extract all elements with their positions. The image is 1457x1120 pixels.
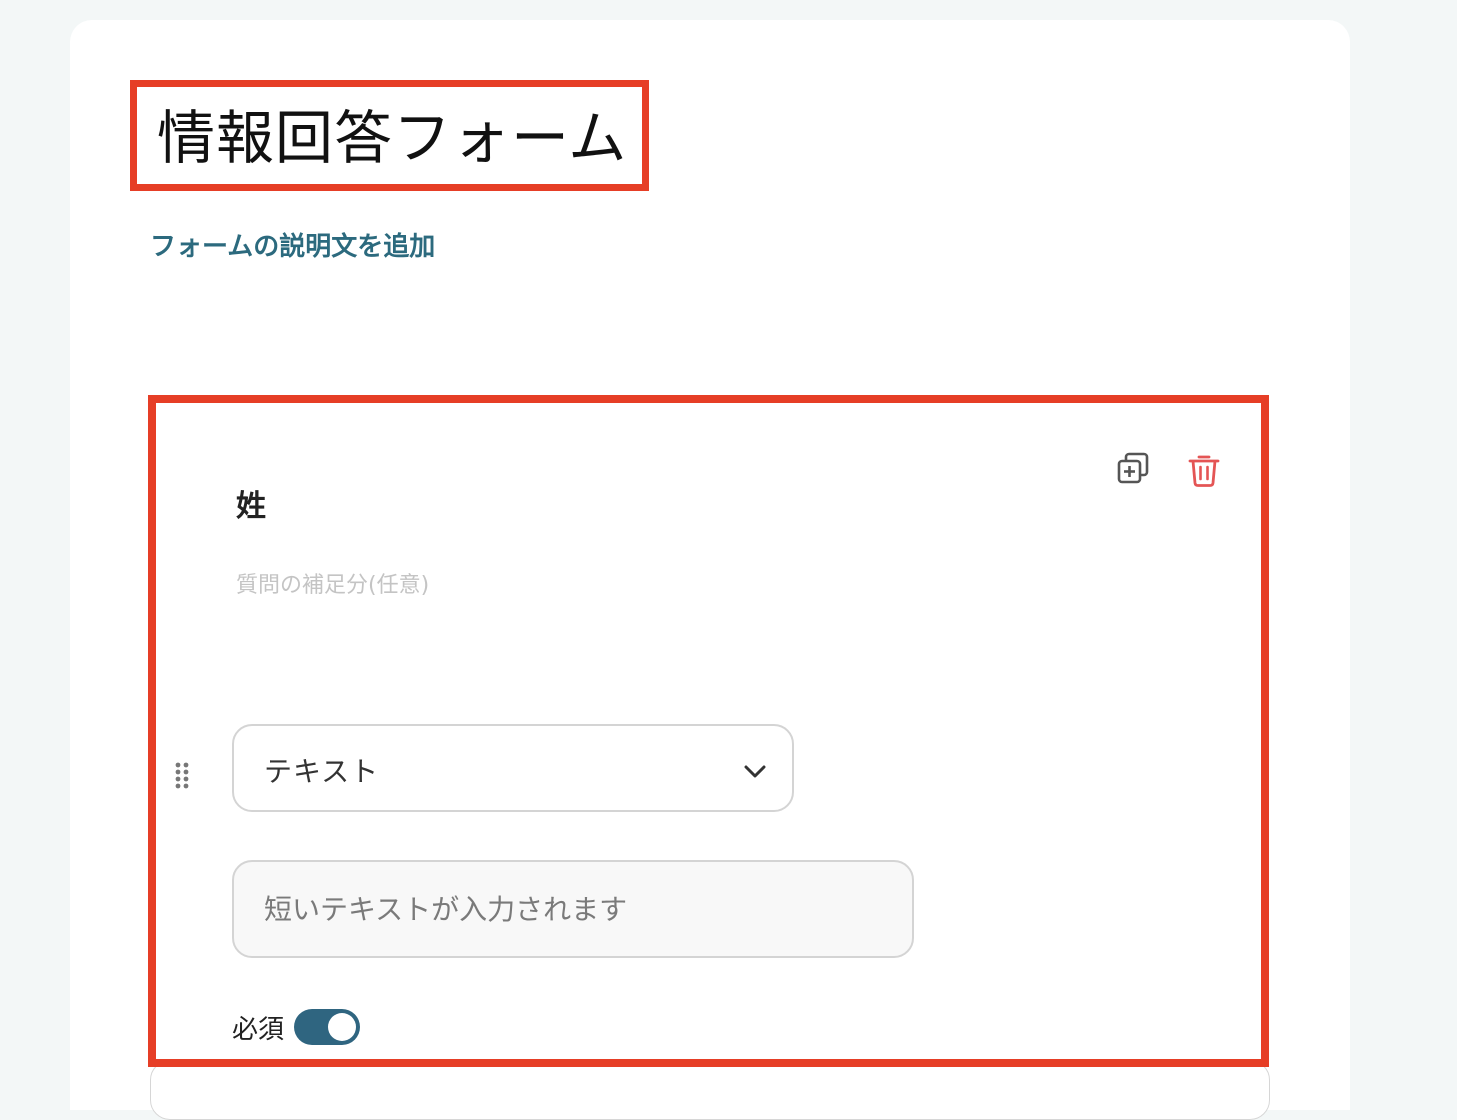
copy-plus-icon: [1117, 452, 1149, 484]
trash-icon: [1188, 455, 1220, 487]
question-card: 姓 質問の補足分(任意) テキスト 必須: [148, 395, 1269, 1067]
question-type-value: テキスト: [264, 755, 380, 788]
required-label: 必須: [232, 1014, 285, 1045]
answer-preview-input[interactable]: [232, 860, 914, 958]
add-description-link[interactable]: フォームの説明文を追加: [150, 226, 435, 263]
next-question-card[interactable]: [150, 1060, 1270, 1120]
question-help-text[interactable]: 質問の補足分(任意): [236, 567, 429, 599]
drag-handle[interactable]: [172, 759, 192, 791]
required-row: 必須: [232, 1005, 361, 1049]
question-title[interactable]: 姓: [236, 481, 266, 525]
drag-handle-icon: [175, 762, 189, 789]
toggle-knob: [328, 1013, 357, 1041]
chevron-down-icon: [744, 765, 766, 778]
form-title[interactable]: 情報回答フォーム: [157, 109, 627, 167]
question-type-select[interactable]: テキスト: [232, 724, 794, 812]
duplicate-question-button[interactable]: [1114, 449, 1154, 489]
delete-question-button[interactable]: [1184, 449, 1224, 489]
required-toggle[interactable]: [294, 1009, 361, 1045]
form-title-highlight: 情報回答フォーム: [130, 80, 649, 191]
